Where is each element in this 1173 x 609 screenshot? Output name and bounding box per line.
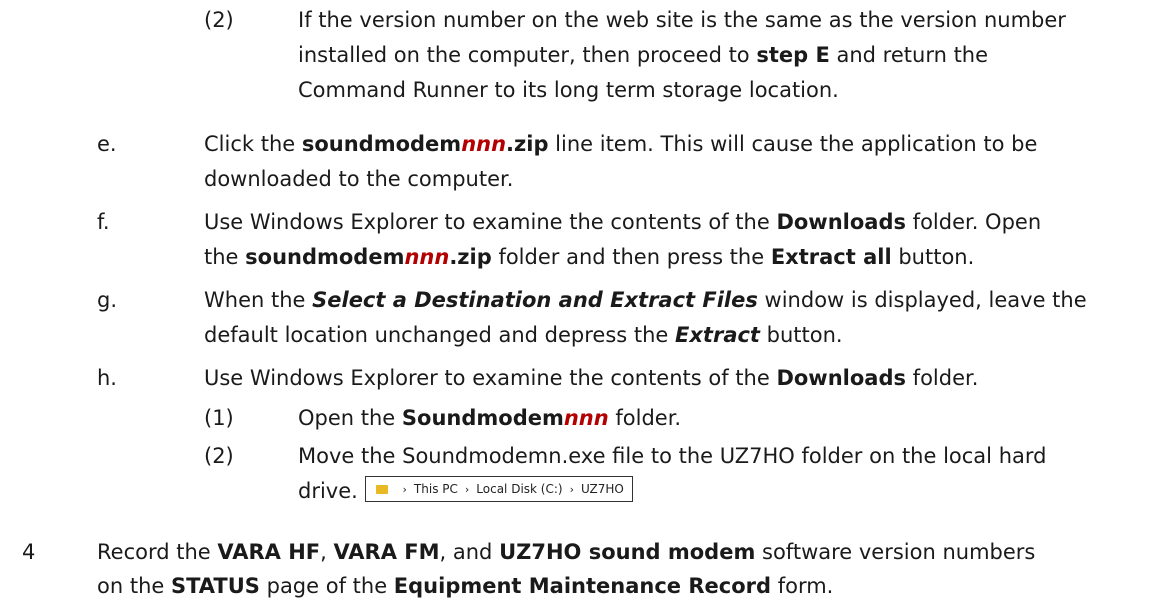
paragraph-line: Move the Soundmodemn.exe file to the UZ7… [298,444,1047,468]
list-marker: e. [97,132,117,156]
step-reference: step E [756,43,830,67]
paragraph-line: default location unchanged and depress t… [204,323,843,347]
paragraph-line: the soundmodemnnn.zip folder and then pr… [204,245,975,269]
breadcrumb-item: Local Disk (C:) [476,482,563,496]
paragraph-line: downloaded to the computer. [204,167,514,191]
chevron-right-icon: › [464,483,470,496]
paragraph-line: Click the soundmodemnnn.zip line item. T… [204,132,1038,156]
paragraph-line: If the version number on the web site is… [298,8,1066,32]
chevron-right-icon: › [402,483,407,496]
list-marker: h. [97,366,117,390]
paragraph-line: Record the VARA HF, VARA FM, and UZ7HO s… [97,540,1036,564]
paragraph-line: When the Select a Destination and Extrac… [204,288,1087,312]
chevron-right-icon: › [569,483,574,496]
paragraph-line: Use Windows Explorer to examine the cont… [204,210,1042,234]
list-marker: g. [97,288,118,312]
paragraph-line: drive. › This PC › Local Disk (C:) › UZ7HO [298,476,633,506]
paragraph-line: Use Windows Explorer to examine the cont… [204,366,979,390]
document-page: (2) If the version number on the web sit… [0,0,1173,609]
list-marker: 4 [22,540,36,564]
explorer-breadcrumb: › This PC › Local Disk (C:) › UZ7HO [364,476,633,502]
list-marker: (2) [204,444,234,468]
breadcrumb-item: This PC [413,482,458,496]
paragraph-line: installed on the computer, then proceed … [298,43,989,67]
folder-icon [375,485,388,494]
list-marker: f. [97,210,110,234]
breadcrumb-item: UZ7HO [580,482,624,496]
list-marker: (2) [204,8,234,32]
list-marker: (1) [204,406,234,430]
paragraph-line: on the STATUS page of the Equipment Main… [97,574,834,598]
paragraph-line: Open the Soundmodemnnn folder. [298,406,682,430]
paragraph-line: Command Runner to its long term storage … [298,78,839,102]
